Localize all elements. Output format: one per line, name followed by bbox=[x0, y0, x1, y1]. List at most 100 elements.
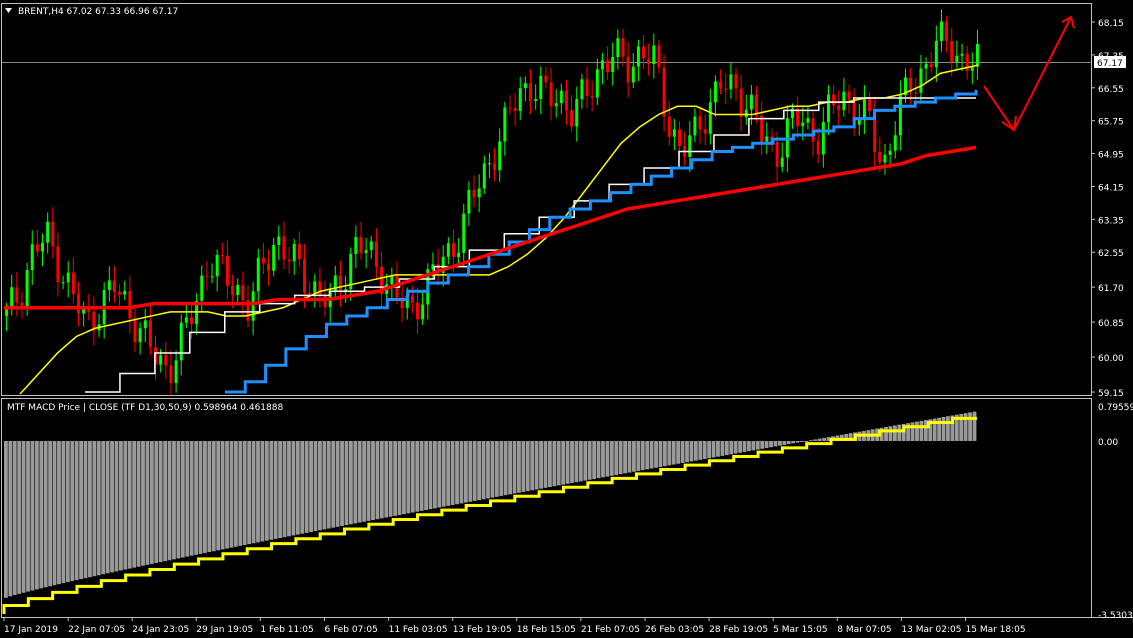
candle-body bbox=[842, 91, 846, 111]
price-chart[interactable]: 68.1567.3566.5565.7564.9564.1563.3562.55… bbox=[0, 0, 1133, 638]
macd-tick-label: 0.00 bbox=[1098, 438, 1118, 448]
candle-body bbox=[801, 122, 805, 127]
candle-body bbox=[642, 46, 646, 59]
macd-histogram-bar bbox=[295, 440, 300, 535]
candle-body bbox=[143, 320, 147, 329]
macd-histogram-bar bbox=[34, 440, 39, 590]
macd-histogram-bar bbox=[477, 440, 482, 501]
candle-body bbox=[914, 92, 918, 94]
time-tick-label: 5 Mar 15:05 bbox=[773, 625, 827, 635]
candle-body bbox=[600, 60, 604, 70]
price-tick-label: 64.95 bbox=[1098, 151, 1124, 161]
macd-histogram-bar bbox=[83, 440, 88, 579]
candle-body bbox=[390, 275, 394, 285]
macd-histogram-bar bbox=[888, 426, 893, 441]
macd-histogram-bar bbox=[110, 440, 114, 573]
macd-histogram-bar bbox=[8, 440, 13, 597]
macd-histogram-bar bbox=[154, 440, 159, 563]
macd-histogram-bar bbox=[693, 440, 698, 461]
indicator-title: MTF MACD Price | CLOSE (TF D1,30,50,9) 0… bbox=[7, 403, 283, 413]
ma-line-red bbox=[4, 145, 977, 310]
macd-histogram-bar bbox=[17, 440, 22, 594]
macd-histogram-bar bbox=[114, 440, 119, 572]
candle-body bbox=[939, 21, 943, 41]
macd-histogram-bar bbox=[649, 440, 654, 469]
ma-line-blue bbox=[225, 89, 978, 394]
price-tick-label: 62.55 bbox=[1098, 249, 1124, 259]
macd-histogram-bar bbox=[74, 440, 79, 581]
macd-histogram-bar bbox=[233, 440, 238, 547]
candle-body bbox=[169, 365, 173, 384]
macd-histogram-bar bbox=[101, 440, 106, 575]
candle-body bbox=[868, 97, 872, 112]
time-tick-label: 26 Feb 03:05 bbox=[645, 625, 704, 635]
macd-histogram-bar bbox=[141, 440, 145, 566]
macd-histogram-bar bbox=[605, 440, 610, 477]
macd-histogram-bar bbox=[300, 440, 305, 534]
macd-histogram-bar bbox=[755, 440, 760, 450]
candle-body bbox=[888, 150, 892, 155]
macd-histogram-bar bbox=[402, 440, 406, 515]
candle-body bbox=[133, 318, 137, 343]
candle-body bbox=[539, 75, 543, 100]
macd-histogram-bar bbox=[804, 440, 809, 442]
candle-body bbox=[369, 241, 373, 251]
macd-histogram-bar bbox=[915, 421, 919, 441]
macd-histogram-bar bbox=[105, 440, 110, 574]
candle-body bbox=[611, 57, 615, 72]
candle-body bbox=[210, 276, 214, 278]
macd-histogram-bar bbox=[654, 440, 658, 468]
candle-body bbox=[148, 320, 152, 348]
macd-histogram-bar bbox=[167, 440, 172, 561]
macd-histogram-bar bbox=[176, 440, 181, 559]
time-tick-label: 17 Jan 2019 bbox=[4, 625, 58, 635]
candle-body bbox=[123, 290, 127, 295]
macd-histogram-bar bbox=[716, 440, 720, 457]
menu-triangle-icon[interactable] bbox=[5, 8, 12, 13]
macd-histogram-bar bbox=[48, 440, 53, 587]
candle-body bbox=[729, 74, 733, 90]
price-tick-label: 68.15 bbox=[1098, 19, 1124, 29]
time-tick-label: 1 Feb 11:05 bbox=[260, 625, 313, 635]
candle-body bbox=[374, 241, 378, 267]
macd-histogram-bar bbox=[30, 440, 35, 591]
macd-histogram-bar bbox=[517, 440, 521, 493]
macd-histogram-bar bbox=[662, 440, 667, 467]
macd-histogram-bar bbox=[521, 440, 526, 492]
candle-body bbox=[662, 67, 666, 117]
candle-body bbox=[523, 83, 527, 89]
macd-histogram-bar bbox=[658, 440, 663, 467]
candle-body bbox=[534, 99, 538, 101]
macd-histogram-bar bbox=[287, 440, 291, 537]
macd-histogram-bar bbox=[185, 440, 190, 557]
candle-body bbox=[251, 291, 255, 321]
macd-histogram-bar bbox=[972, 411, 977, 441]
macd-histogram-bar bbox=[884, 427, 888, 441]
macd-histogram-bar bbox=[406, 440, 411, 514]
candle-body bbox=[606, 60, 610, 72]
candle-body bbox=[297, 243, 301, 260]
macd-histogram-bar bbox=[273, 440, 278, 539]
macd-histogram-bar bbox=[203, 440, 207, 553]
macd-histogram-bar bbox=[822, 437, 827, 441]
candle-body bbox=[451, 243, 455, 257]
candle-body bbox=[261, 257, 265, 264]
macd-histogram-bar bbox=[632, 440, 636, 472]
macd-histogram-bar bbox=[446, 440, 451, 506]
candle-body bbox=[765, 136, 769, 142]
macd-histogram-bar bbox=[609, 440, 614, 476]
macd-histogram-bar bbox=[808, 440, 813, 442]
macd-histogram-bar bbox=[587, 440, 592, 480]
macd-histogram-bar bbox=[340, 440, 344, 526]
macd-histogram-bar bbox=[897, 424, 902, 441]
candle-body bbox=[446, 243, 450, 257]
candle-body bbox=[636, 46, 640, 67]
candle-body bbox=[564, 90, 568, 111]
macd-histogram-bar bbox=[260, 440, 265, 542]
macd-histogram-bar bbox=[118, 440, 123, 571]
macd-histogram-bar bbox=[194, 440, 198, 555]
candle-body bbox=[159, 355, 163, 365]
candle-body bbox=[821, 122, 825, 155]
candle-body bbox=[739, 88, 743, 118]
macd-histogram-bar bbox=[96, 440, 101, 576]
